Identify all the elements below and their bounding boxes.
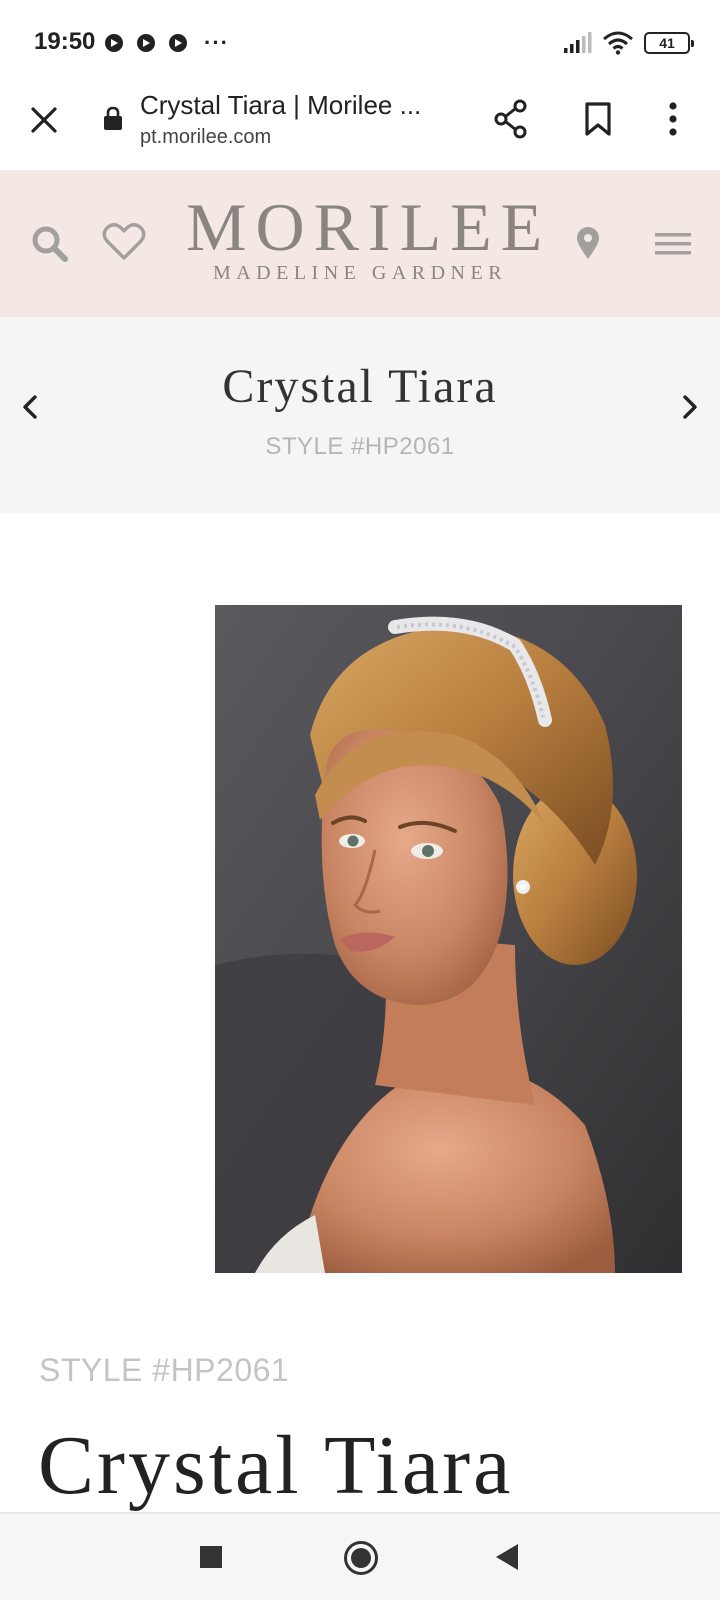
system-navigation-bar (0, 1512, 720, 1600)
back-button[interactable] (496, 1544, 518, 1570)
product-navigation: Crystal Tiara STYLE #HP2061 (0, 317, 720, 513)
more-notifications-icon: ··· (204, 30, 229, 55)
heart-icon[interactable] (102, 222, 146, 262)
battery-level: 41 (659, 35, 675, 51)
logo-sub-text: MADELINE GARDNER (212, 262, 508, 284)
battery-icon: 41 (644, 32, 694, 54)
notification-icons: ··· (102, 32, 229, 54)
product-name: Crystal Tiara (38, 1419, 514, 1512)
product-nav-title: Crystal Tiara (222, 360, 498, 413)
product-image[interactable] (215, 605, 682, 1273)
notification-icon (169, 34, 187, 52)
product-style-number: STYLE #HP2061 (39, 1352, 290, 1388)
browser-toolbar: Crystal Tiara | Morilee ... pt.morilee.c… (0, 84, 720, 170)
more-vert-icon (669, 102, 677, 136)
notification-icon (105, 34, 123, 52)
status-bar: 19:50 ··· 41 (0, 0, 720, 84)
status-indicators: 41 (562, 28, 694, 58)
next-product-button[interactable] (676, 385, 704, 429)
site-logo[interactable]: MORILEE MADELINE GARDNER (186, 189, 552, 285)
hamburger-menu-icon[interactable] (655, 230, 691, 258)
location-pin-icon[interactable] (575, 226, 601, 260)
search-icon[interactable] (30, 224, 70, 264)
browser-menu-button[interactable] (658, 98, 688, 140)
close-tab-button[interactable] (26, 102, 62, 138)
status-time: 19:50 (34, 28, 96, 55)
bookmark-icon (585, 102, 611, 136)
page-url[interactable]: pt.morilee.com (140, 126, 271, 149)
product-nav-style: STYLE #HP2061 (265, 433, 455, 460)
recent-apps-button[interactable] (200, 1546, 222, 1568)
home-button[interactable] (344, 1541, 378, 1575)
model-portrait-image (215, 605, 682, 1273)
bookmark-button[interactable] (578, 98, 618, 140)
page-title[interactable]: Crystal Tiara | Morilee ... (140, 90, 460, 121)
notification-icon (137, 34, 155, 52)
close-icon (31, 107, 57, 133)
share-button[interactable] (491, 98, 531, 140)
logo-main-text: MORILEE (186, 189, 552, 265)
wifi-icon (603, 31, 633, 55)
site-header: MORILEE MADELINE GARDNER (0, 170, 720, 317)
signal-icon (564, 32, 592, 53)
share-icon (494, 99, 527, 139)
lock-icon[interactable] (102, 105, 124, 131)
chevron-right-icon (683, 395, 697, 419)
